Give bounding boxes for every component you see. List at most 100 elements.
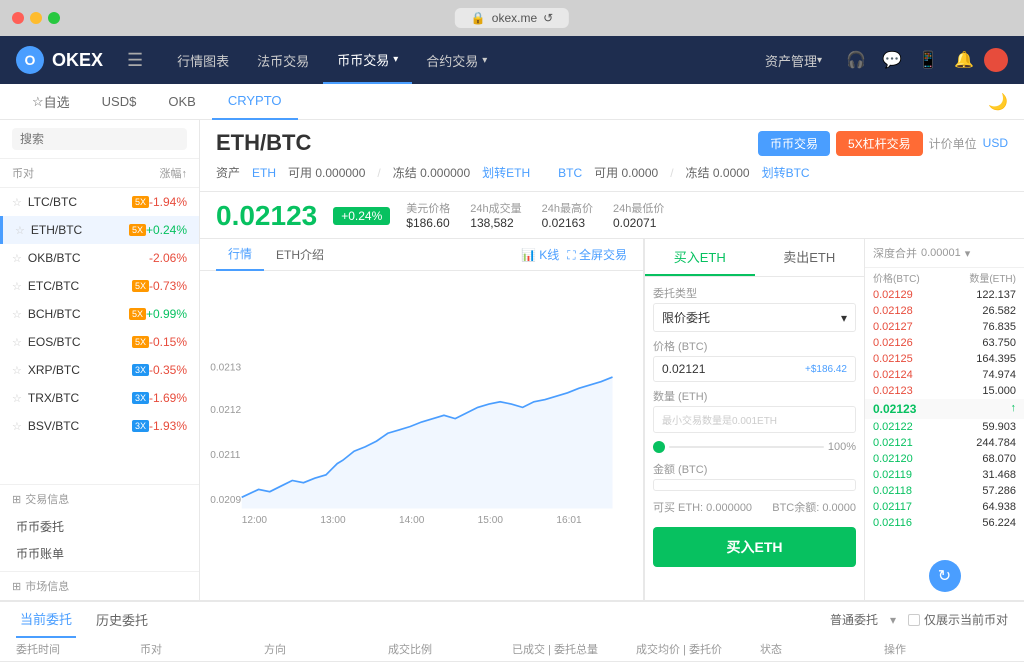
pair-label: BSV/BTC <box>28 419 129 433</box>
ob-ask-row[interactable]: 0.0212826.582 <box>865 303 1024 319</box>
main-price-row: 0.02123 +0.24% <box>216 200 390 232</box>
ob-ask-row[interactable]: 0.0212663.750 <box>865 335 1024 351</box>
list-item[interactable]: ☆ ETH/BTC 5X +0.24% <box>0 216 199 244</box>
nav-item-market[interactable]: 行情图表 <box>163 36 243 84</box>
spot-trade-button[interactable]: 币币交易 <box>758 131 830 156</box>
change-value: +0.24% <box>146 223 187 237</box>
svg-text:0.0212: 0.0212 <box>210 405 241 416</box>
sidebar: 币对 涨幅↑ ☆ LTC/BTC 5X -1.94% ☆ ETH/BTC 5X … <box>0 120 200 600</box>
filter-checkbox[interactable] <box>908 614 920 626</box>
dropdown-icon[interactable]: ▾ <box>890 613 896 627</box>
search-input[interactable] <box>12 128 187 150</box>
ob-bid-row[interactable]: 0.0211656.224 <box>865 515 1024 531</box>
btc-transfer-link[interactable]: 划转BTC <box>762 164 810 181</box>
tab-sell[interactable]: 卖出ETH <box>755 239 865 276</box>
sidebar-header: 币对 涨幅↑ <box>0 159 199 188</box>
change-value: -1.69% <box>149 391 187 405</box>
tab-intro[interactable]: ETH介绍 <box>264 239 336 271</box>
avatar[interactable] <box>984 48 1008 72</box>
headphone-icon[interactable]: 🎧 <box>840 44 872 76</box>
kline-button[interactable]: 📊 K线 <box>521 246 559 263</box>
ob-bid-row[interactable]: 0.0211764.938 <box>865 499 1024 515</box>
total-input[interactable] <box>653 479 856 491</box>
price-section: 0.02123 +0.24% 美元价格 $186.60 24h成交量 138,5… <box>200 192 1024 239</box>
ob-bid-row[interactable]: 0.02121244.784 <box>865 435 1024 451</box>
ob-header: 深度合并 0.00001 ▾ <box>865 239 1024 268</box>
btc-available: 可用 0.0000 <box>594 164 658 181</box>
ob-ask-row[interactable]: 0.02129122.137 <box>865 287 1024 303</box>
ob-ask-row[interactable]: 0.0212315.000 <box>865 383 1024 399</box>
slider-dot[interactable] <box>653 441 665 453</box>
address-bar[interactable]: 🔒 okex.me ↺ <box>455 8 569 28</box>
sidebar-link-ledger[interactable]: 币币账单 <box>0 540 199 567</box>
mobile-icon[interactable]: 📱 <box>912 44 944 76</box>
list-item[interactable]: ☆ BSV/BTC 3X -1.93% <box>0 412 199 440</box>
eth-label: ETH <box>252 166 276 180</box>
depth-merge-control[interactable]: 深度合并 0.00001 ▾ <box>873 245 970 261</box>
separator: / <box>670 166 673 180</box>
list-item[interactable]: ☆ TRX/BTC 3X -1.69% <box>0 384 199 412</box>
ob-bid-row[interactable]: 0.0211931.468 <box>865 467 1024 483</box>
ob-ask-row[interactable]: 0.0212474.974 <box>865 367 1024 383</box>
subnav-crypto[interactable]: CRYPTO <box>212 84 298 120</box>
more-data-button[interactable]: ↻ <box>865 552 1024 600</box>
hamburger-icon[interactable]: ☰ <box>127 50 143 71</box>
ob-ask-row[interactable]: 0.02125164.395 <box>865 351 1024 367</box>
chat-icon[interactable]: 💬 <box>876 44 908 76</box>
nav-assets[interactable]: 资产管理 ▾ <box>751 36 836 84</box>
order-panel: 买入ETH 卖出ETH 委托类型 限价委托 ▾ 价格 (BTC) 0 <box>644 239 864 600</box>
ob-bid-row[interactable]: 0.0212068.070 <box>865 451 1024 467</box>
maximize-button[interactable] <box>48 12 60 24</box>
ob-bid-row[interactable]: 0.0211857.286 <box>865 483 1024 499</box>
order-tabs: 买入ETH 卖出ETH <box>645 239 864 277</box>
subnav-watchlist[interactable]: ☆ ☆ 自选 自选 <box>16 84 86 120</box>
list-item[interactable]: ☆ XRP/BTC 3X -0.35% <box>0 356 199 384</box>
logo-icon: O <box>16 46 44 74</box>
sidebar-link-orders[interactable]: 币币委托 <box>0 513 199 540</box>
tab-buy[interactable]: 买入ETH <box>645 239 755 276</box>
leverage-badge: 5X <box>132 196 149 208</box>
action-buttons: 币币交易 5X杠杆交易 计价单位 USD <box>758 131 1008 156</box>
chart-tabs: 行情 ETH介绍 📊 K线 ⛶ 全屏交易 <box>200 239 643 271</box>
tab-current-orders[interactable]: 当前委托 <box>16 602 76 638</box>
ob-bid-row[interactable]: 0.0212259.903 <box>865 419 1024 435</box>
chart-order-area: 行情 ETH介绍 📊 K线 ⛶ 全屏交易 0.0213 0.0212 0.021… <box>200 239 1024 600</box>
bell-icon[interactable]: 🔔 <box>948 44 980 76</box>
subnav-usd[interactable]: USD$ <box>86 84 153 120</box>
svg-text:14:00: 14:00 <box>399 515 425 526</box>
slider-track[interactable] <box>669 446 824 448</box>
expand-icon[interactable]: ↻ <box>929 560 961 592</box>
logo-text: OKEX <box>52 50 103 71</box>
amount-row: 数量 (ETH) 最小交易数量是0.001ETH <box>653 388 856 433</box>
tab-market[interactable]: 行情 <box>216 239 264 271</box>
price-input[interactable]: 0.02121 +$186.42 <box>653 356 856 382</box>
minimize-button[interactable] <box>30 12 42 24</box>
theme-toggle[interactable]: 🌙 <box>988 92 1008 112</box>
trading-pair-title: ETH/BTC <box>216 130 311 156</box>
nav-item-futures[interactable]: 合约交易 ▾ <box>412 36 501 84</box>
close-button[interactable] <box>12 12 24 24</box>
section-icon: ⊞ <box>12 493 21 506</box>
fullscreen-button[interactable]: ⛶ 全屏交易 <box>567 246 627 263</box>
separator: / <box>377 166 380 180</box>
order-type-select[interactable]: 限价委托 ▾ <box>653 303 856 332</box>
subnav-okb[interactable]: OKB <box>152 84 211 120</box>
refresh-icon[interactable]: ↺ <box>543 11 553 25</box>
ob-ask-row[interactable]: 0.0212776.835 <box>865 319 1024 335</box>
nav-item-fiat[interactable]: 法币交易 <box>243 36 323 84</box>
list-item[interactable]: ☆ BCH/BTC 5X +0.99% <box>0 300 199 328</box>
order-type-row: 委托类型 限价委托 ▾ <box>653 285 856 332</box>
leverage-trade-button[interactable]: 5X杠杆交易 <box>836 131 923 156</box>
change-value: -0.73% <box>149 279 187 293</box>
nav-item-spot[interactable]: 币币交易 ▾ <box>323 36 412 84</box>
tab-history-orders[interactable]: 历史委托 <box>92 602 152 638</box>
amount-input[interactable]: 最小交易数量是0.001ETH <box>653 406 856 433</box>
list-item[interactable]: ☆ OKB/BTC -2.06% <box>0 244 199 272</box>
list-item[interactable]: ☆ ETC/BTC 5X -0.73% <box>0 272 199 300</box>
price-row: 价格 (BTC) 0.02121 +$186.42 <box>653 338 856 382</box>
buy-button[interactable]: 买入ETH <box>653 527 856 567</box>
list-item[interactable]: ☆ EOS/BTC 5X -0.15% <box>0 328 199 356</box>
list-item[interactable]: ☆ LTC/BTC 5X -1.94% <box>0 188 199 216</box>
th-fill-total: 已成交 | 委托总量 <box>512 637 636 661</box>
eth-transfer-link[interactable]: 划转ETH <box>482 164 530 181</box>
